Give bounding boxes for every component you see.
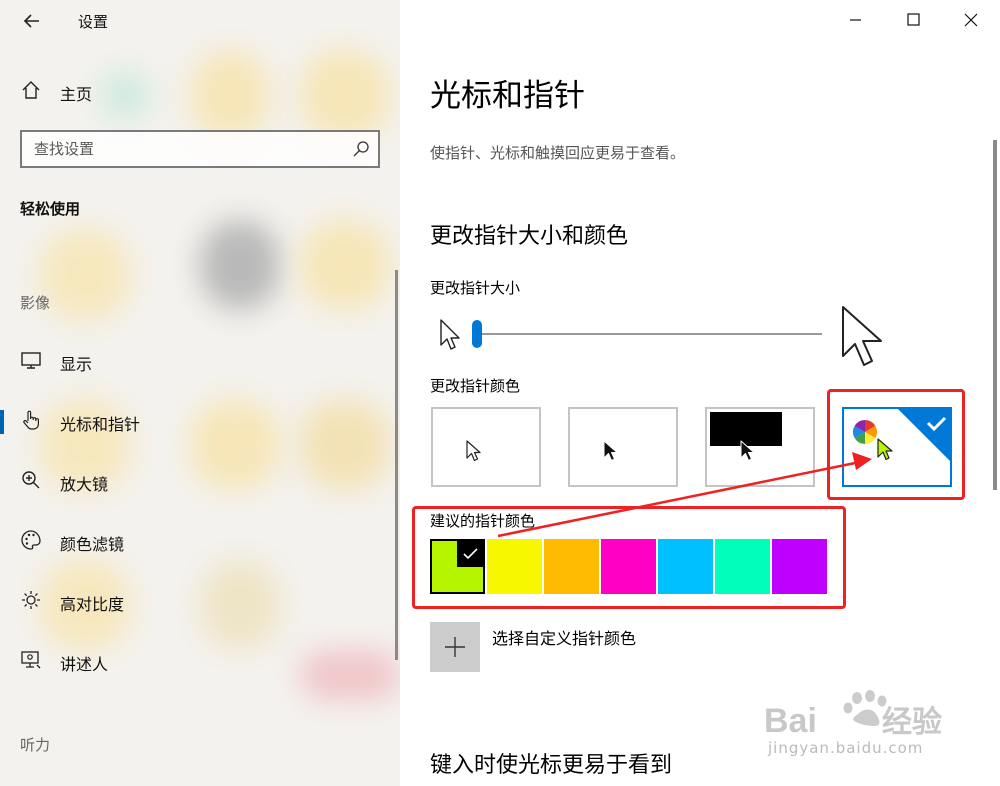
sidebar-item-label: 光标和指针 — [60, 415, 141, 434]
arrow-left-icon — [23, 14, 39, 28]
sidebar-item-label: 颜色滤镜 — [60, 535, 125, 554]
section-title-typing: 键入时使光标更易于看到 — [430, 753, 673, 778]
sidebar-item-display[interactable]: 显示 — [0, 341, 400, 381]
maximize-button[interactable] — [890, 4, 936, 36]
pointer-color-label: 更改指针颜色 — [430, 377, 521, 395]
pointer-color-white[interactable] — [431, 407, 541, 487]
category-title: 轻松使用 — [20, 200, 81, 218]
small-pointer-icon — [440, 319, 460, 350]
inverted-pointer-icon — [740, 440, 755, 461]
pointer-color-inverted[interactable] — [705, 407, 815, 487]
sidebar-item-label: 主页 — [60, 85, 93, 104]
sidebar-scrollbar[interactable] — [395, 270, 398, 660]
sidebar-item-home[interactable]: 主页 — [0, 71, 400, 111]
svg-text:经验: 经验 — [882, 705, 942, 739]
sidebar-item-label: 显示 — [60, 355, 93, 374]
sidebar-item-label: 讲述人 — [60, 655, 109, 674]
pointer-size-slider-thumb[interactable] — [472, 320, 482, 348]
search-box[interactable] — [20, 130, 380, 168]
pointer-size-label: 更改指针大小 — [430, 279, 521, 297]
watermark-url: jingyan.baidu.com — [768, 739, 924, 757]
minimize-button[interactable] — [832, 4, 878, 36]
search-input[interactable] — [34, 138, 334, 160]
svg-text:Bai: Bai — [764, 702, 817, 740]
minimize-icon — [850, 19, 861, 21]
close-icon — [964, 13, 978, 27]
section-title-size-color: 更改指针大小和颜色 — [430, 224, 629, 249]
main-scrollbar[interactable] — [993, 140, 997, 490]
sidebar: 设置 主页 轻松使用 影像 显示 — [0, 0, 400, 786]
sidebar-item-label: 高对比度 — [60, 595, 125, 614]
back-button[interactable] — [14, 8, 50, 34]
monitor-icon — [21, 352, 41, 369]
sidebar-item-narrator[interactable]: 讲述人 — [0, 641, 400, 681]
search-icon[interactable] — [352, 140, 370, 158]
sun-icon — [22, 591, 40, 609]
app-title: 设置 — [78, 13, 109, 31]
sidebar-item-cursor[interactable]: 光标和指针 — [0, 401, 400, 441]
large-pointer-icon — [842, 306, 882, 366]
plus-icon — [445, 637, 465, 657]
white-pointer-icon — [466, 440, 481, 462]
page-title: 光标和指针 — [430, 78, 585, 114]
annotation-box-custom — [827, 389, 965, 500]
home-icon — [22, 81, 40, 99]
black-pointer-icon — [603, 440, 618, 461]
pointer-size-slider-track[interactable] — [476, 333, 822, 335]
pointer-hand-icon — [23, 410, 39, 430]
group-label-vision: 影像 — [20, 294, 51, 312]
sidebar-item-color-filters[interactable]: 颜色滤镜 — [0, 521, 400, 561]
sidebar-item-high-contrast[interactable]: 高对比度 — [0, 581, 400, 621]
narrator-icon — [21, 651, 41, 669]
annotation-box-suggested — [412, 506, 846, 609]
magnifier-plus-icon — [22, 471, 40, 489]
sidebar-item-label: 放大镜 — [60, 475, 109, 494]
pointer-color-black[interactable] — [568, 407, 678, 487]
maximize-icon — [907, 13, 920, 26]
palette-icon — [21, 530, 41, 550]
custom-color-label[interactable]: 选择自定义指针颜色 — [492, 625, 636, 649]
add-custom-color-button[interactable] — [430, 622, 480, 672]
page-description: 使指针、光标和触摸回应更易于查看。 — [430, 144, 686, 162]
sidebar-item-magnifier[interactable]: 放大镜 — [0, 461, 400, 501]
group-label-hearing: 听力 — [20, 736, 51, 754]
close-button[interactable] — [948, 4, 994, 36]
